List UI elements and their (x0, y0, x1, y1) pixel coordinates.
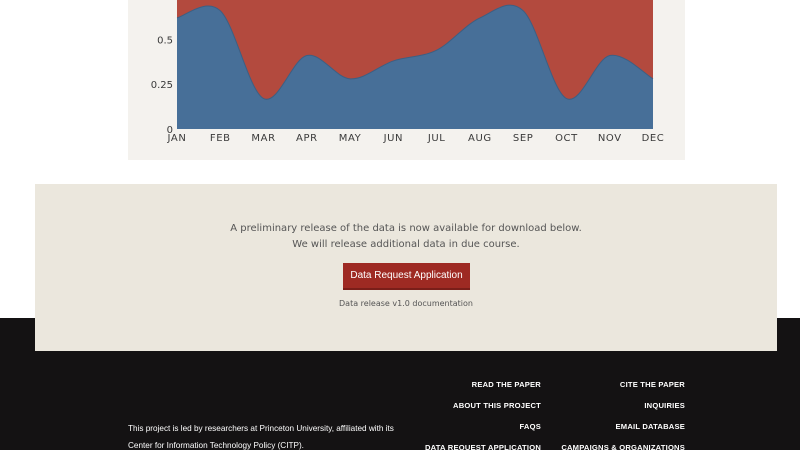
chart-panel: 0 0.25 0.5 JAN FEB MAR APR MAY JUN JUL AUG SEP OCT NO… (128, 0, 685, 160)
download-description-line2: We will release additional data in due c… (292, 239, 520, 250)
data-request-application-button[interactable]: Data Request Application (343, 263, 470, 290)
x-tick-label: APR (296, 133, 318, 144)
download-description-line1: A preliminary release of the data is now… (230, 223, 582, 234)
y-tick-label: 0.5 (157, 35, 173, 46)
documentation-link[interactable]: Data release v1.0 documentation (35, 299, 777, 308)
footer-link-faqs[interactable]: FAQS (520, 422, 541, 431)
footer-link-inquiries[interactable]: INQUIRIES (644, 401, 685, 410)
footer-link-read-the-paper[interactable]: READ THE PAPER (472, 380, 541, 389)
x-tick-label: AUG (468, 133, 492, 144)
footer-link-campaigns-organizations[interactable]: CAMPAIGNS & ORGANIZATIONS (561, 443, 685, 452)
x-tick-label: SEP (513, 133, 534, 144)
x-tick-label: JUN (383, 133, 404, 144)
x-tick-label: MAY (339, 133, 362, 144)
footer-link-about-this-project[interactable]: ABOUT THIS PROJECT (453, 401, 541, 410)
stacked-area-chart: 00.250.5JAN FEB MAR APR MAY JUN JUL AUG SEP OCT NO… (151, 0, 665, 144)
footer-link-data-request-application[interactable]: DATA REQUEST APPLICATION (425, 443, 541, 452)
x-tick-label: JUL (427, 133, 446, 144)
x-tick-label: NOV (598, 133, 622, 144)
x-tick-label: OCT (555, 133, 578, 144)
x-tick-label: FEB (210, 133, 231, 144)
data-download-section: A preliminary release of the data is now… (35, 184, 777, 351)
footer-link-cite-the-paper[interactable]: CITE THE PAPER (620, 380, 685, 389)
y-tick-label: 0.25 (151, 80, 173, 91)
footer-about-text: This project is led by researchers at Pr… (128, 420, 418, 454)
footer-link-email-database[interactable]: EMAIL DATABASE (616, 422, 685, 431)
footer-about-line1: This project is led by researchers at Pr… (128, 424, 394, 433)
footer-about-line2: Center for Information Technology Policy… (128, 441, 304, 450)
x-tick-label: JAN (167, 133, 187, 144)
x-tick-label: MAR (251, 133, 275, 144)
x-tick-label: DEC (642, 133, 665, 144)
